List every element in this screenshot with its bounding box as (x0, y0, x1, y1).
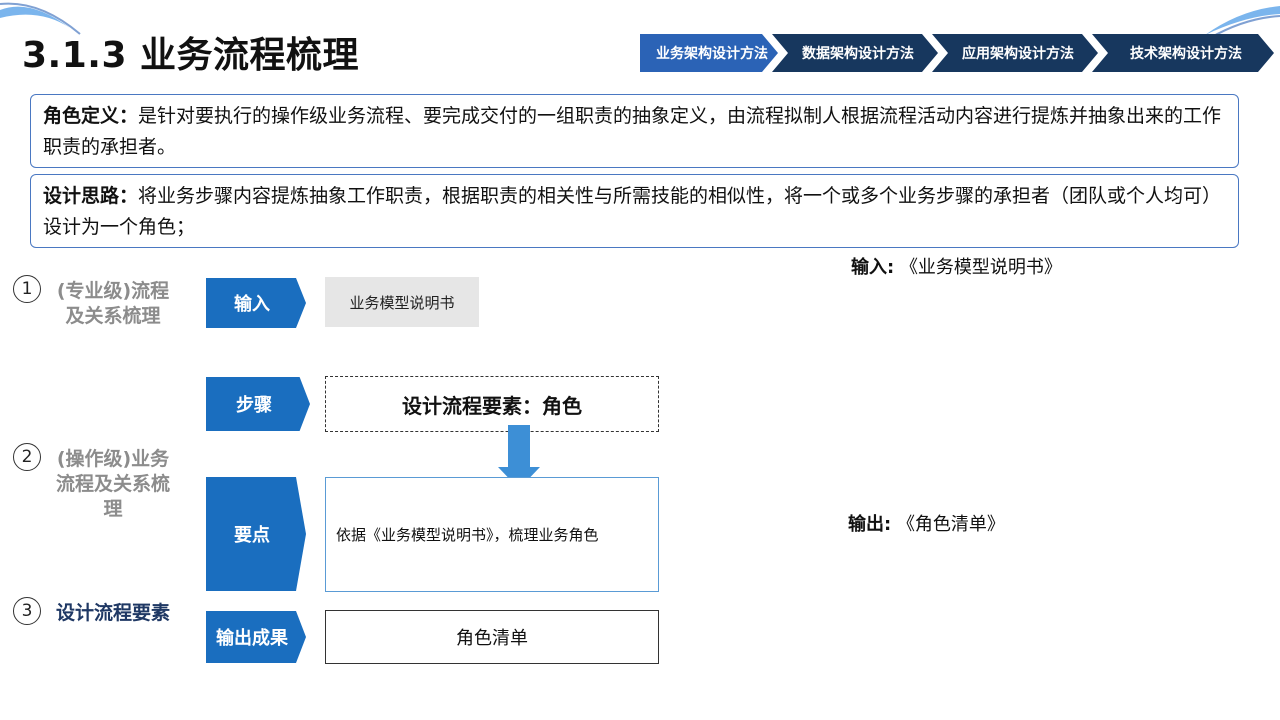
role-definition-text: 是针对要执行的操作级业务流程、要完成交付的一组职责的抽象定义，由流程拟制人根据流… (43, 105, 1222, 158)
side-note-input-label: 输入: (851, 257, 895, 278)
side-note-input: 输入: 《业务模型说明书》 (851, 253, 1062, 279)
side-note-output: 输出: 《角色清单》 (848, 510, 1005, 536)
breadcrumb-item-label: 技术架构设计方法 (1130, 46, 1242, 62)
breadcrumb-item-data-architecture[interactable]: 数据架构设计方法 (772, 34, 938, 72)
tag-step: 步骤 (206, 377, 310, 431)
level-number-2: 2 (13, 443, 41, 471)
breadcrumb-item-business-architecture[interactable]: 业务架构设计方法 (640, 34, 778, 72)
design-approach-text: 将业务步骤内容提炼抽象工作职责，根据职责的相关性与所需技能的相似性，将一个或多个… (43, 185, 1222, 238)
key-points-box: 依据《业务模型说明书》，梳理业务角色 (325, 477, 659, 592)
level-number-3: 3 (13, 597, 41, 625)
output-value-box: 角色清单 (325, 610, 659, 664)
breadcrumb: 业务架构设计方法 数据架构设计方法 应用架构设计方法 技术架构设计方法 (640, 34, 1274, 72)
breadcrumb-item-label: 应用架构设计方法 (962, 46, 1074, 62)
design-approach-box: 设计思路：将业务步骤内容提炼抽象工作职责，根据职责的相关性与所需技能的相似性，将… (30, 174, 1239, 248)
level-text-3: 设计流程要素 (55, 602, 170, 624)
role-definition-box: 角色定义：是针对要执行的操作级业务流程、要完成交付的一组职责的抽象定义，由流程拟… (30, 94, 1239, 168)
page-title: 3.1.3 业务流程梳理 (22, 35, 360, 76)
tag-key-points: 要点 (206, 477, 306, 591)
role-definition-label: 角色定义： (43, 105, 139, 127)
step-value-box: 设计流程要素：角色 (325, 376, 659, 432)
side-note-output-value: 《角色清单》 (896, 514, 1005, 535)
tag-output: 输出成果 (206, 611, 306, 663)
input-value-box: 业务模型说明书 (325, 277, 479, 327)
breadcrumb-item-label: 数据架构设计方法 (802, 46, 914, 62)
breadcrumb-item-application-architecture[interactable]: 应用架构设计方法 (932, 34, 1098, 72)
level-text-2: (操作级)业务流程及关系梳理 (55, 448, 170, 520)
side-note-input-value: 《业务模型说明书》 (899, 257, 1062, 278)
level-text-1: (专业级)流程及关系梳理 (56, 280, 170, 327)
breadcrumb-item-technical-architecture[interactable]: 技术架构设计方法 (1092, 34, 1274, 72)
tag-input: 输入 (206, 278, 306, 328)
side-note-output-label: 输出: (848, 514, 892, 535)
design-approach-label: 设计思路： (43, 185, 139, 207)
breadcrumb-item-label: 业务架构设计方法 (656, 46, 768, 62)
level-number-1: 1 (13, 275, 41, 303)
